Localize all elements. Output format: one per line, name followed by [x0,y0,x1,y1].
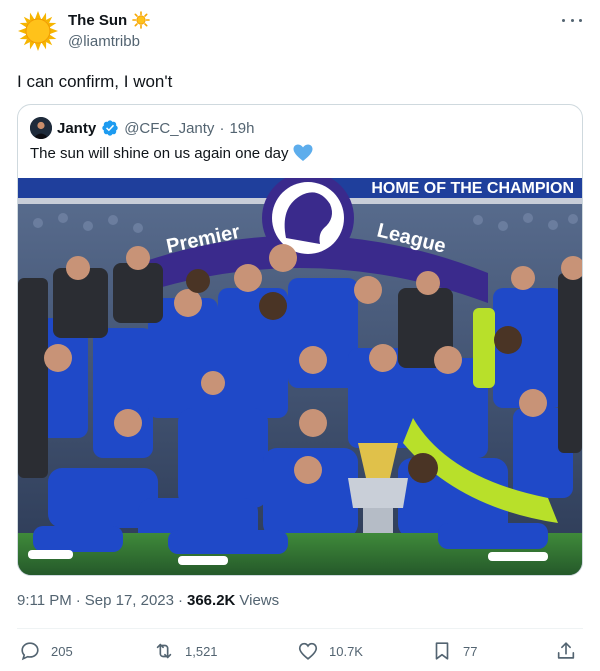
quoted-avatar[interactable] [30,117,52,139]
bookmark-count: 77 [463,643,478,659]
avatar[interactable] [17,10,59,52]
quoted-tweet[interactable]: Janty @CFC_Janty · 19h The sun will shin… [17,104,583,576]
views-count[interactable]: 366.2K [187,592,235,609]
more-icon[interactable] [562,12,582,28]
share-button[interactable] [555,636,577,666]
reply-button[interactable]: 205 [19,636,73,666]
celebration-photo[interactable]: HOME OF THE CHAMPION Premier League [18,178,582,575]
bookmark-button[interactable]: 77 [431,636,477,666]
retweet-count: 1,521 [185,643,218,659]
quoted-separator: · [219,119,225,137]
tweet-date[interactable]: Sep 17, 2023 [85,592,174,609]
reply-icon [21,642,39,661]
views-label: Views [239,592,280,609]
verified-icon [102,120,118,136]
meta-separator-2: · [178,592,183,609]
quoted-time[interactable]: 19h [229,120,254,137]
quoted-text: The sun will shine on us again one day [30,144,289,162]
quoted-handle[interactable]: @CFC_Janty [124,120,214,137]
quoted-name[interactable]: Janty [57,120,96,137]
action-bar: 205 1,521 10.7K 77 [17,636,583,666]
meta-separator-1: · [75,592,81,609]
author-name[interactable]: The Sun [68,12,127,29]
sun-small-icon [132,11,150,29]
author-block: The Sun @liamtribb [68,10,150,50]
bookmark-icon [435,642,449,660]
retweet-button[interactable]: 1,521 [153,636,218,666]
like-button[interactable]: 10.7K [297,636,363,666]
tweet-meta: 9:11 PM · Sep 17, 2023 · 366.2K Views [17,592,279,609]
author-handle[interactable]: @liamtribb [68,33,150,50]
banner-text: HOME OF THE CHAMPION [371,180,574,197]
sun-emoji-icon [18,11,58,51]
divider [17,628,583,629]
reply-count: 205 [51,643,73,659]
quoted-text-row: The sun will shine on us again one day [30,144,313,162]
tweet-text: I can confirm, I won't [17,72,173,91]
tweet: The Sun @liamtribb I can confirm, I won'… [0,0,600,671]
like-icon [298,642,318,660]
blue-heart-icon [293,144,313,161]
quoted-header: Janty @CFC_Janty · 19h [30,117,254,139]
retweet-icon [156,643,172,659]
like-count: 10.7K [329,643,363,659]
tweet-time[interactable]: 9:11 PM [17,592,72,609]
share-icon [557,642,575,659]
